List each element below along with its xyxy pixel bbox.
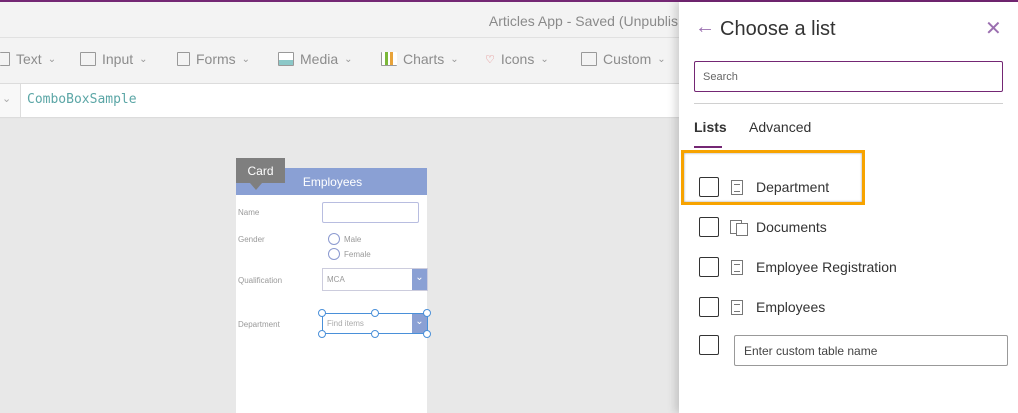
resize-handle[interactable] bbox=[423, 330, 431, 338]
media-icon bbox=[278, 52, 294, 66]
card-tag: Card bbox=[236, 158, 285, 190]
resize-handle[interactable] bbox=[371, 309, 379, 317]
list-item-employees[interactable]: Employees bbox=[699, 297, 825, 317]
toolbar-icons-button[interactable]: ♡ Icons ⌄ bbox=[485, 51, 549, 67]
list-item-label: Department bbox=[756, 179, 830, 195]
app-title: Articles App - Saved (Unpublis bbox=[488, 13, 678, 29]
checkbox[interactable] bbox=[699, 297, 719, 317]
active-tab-indicator bbox=[694, 146, 722, 148]
divider bbox=[694, 103, 1003, 104]
toolbar-input-button[interactable]: Input ⌄ bbox=[80, 51, 148, 67]
chevron-down-icon[interactable]: ⌄ bbox=[2, 92, 11, 105]
tab-lists[interactable]: Lists bbox=[694, 119, 727, 135]
chevron-down-icon: ⌄ bbox=[47, 53, 57, 65]
male-label: Male bbox=[344, 235, 362, 244]
female-radio[interactable] bbox=[328, 248, 340, 260]
chevron-down-icon: ⌄ bbox=[344, 53, 353, 65]
qualification-value: MCA bbox=[327, 275, 345, 284]
back-arrow-icon[interactable]: ← bbox=[695, 16, 715, 39]
resize-handle[interactable] bbox=[371, 330, 379, 338]
text-icon bbox=[0, 52, 10, 66]
toolbar-text-button[interactable]: Text ⌄ bbox=[0, 51, 56, 67]
list-item-employee-registration[interactable]: Employee Registration bbox=[699, 257, 897, 277]
close-icon[interactable]: ✕ bbox=[985, 16, 1002, 41]
choose-list-panel: ← Choose a list ✕ Lists Advanced Departm… bbox=[679, 2, 1018, 413]
resize-handle[interactable] bbox=[318, 330, 326, 338]
checkbox[interactable] bbox=[699, 257, 719, 277]
list-icon bbox=[731, 259, 743, 275]
chevron-down-icon: ⌄ bbox=[450, 53, 459, 65]
list-item-label: Employee Registration bbox=[756, 259, 897, 275]
chevron-down-icon: ⌄ bbox=[241, 53, 251, 65]
list-item-department[interactable]: Department bbox=[699, 177, 829, 197]
toolbar-charts-button[interactable]: Charts ⌄ bbox=[381, 51, 459, 67]
custom-table-name-input[interactable] bbox=[734, 335, 1008, 366]
toolbar-label: Forms bbox=[196, 51, 236, 67]
qualification-dropdown[interactable]: MCA ⌄ bbox=[322, 268, 428, 291]
list-item-label: Employees bbox=[756, 299, 826, 315]
chevron-down-icon: ⌄ bbox=[139, 53, 148, 65]
gender-label: Gender bbox=[238, 235, 265, 244]
checkbox[interactable] bbox=[699, 335, 719, 355]
checkbox[interactable] bbox=[699, 177, 719, 197]
female-label: Female bbox=[344, 250, 371, 259]
toolbar-label: Text bbox=[16, 51, 42, 67]
male-radio[interactable] bbox=[328, 233, 340, 245]
list-item-documents[interactable]: Documents bbox=[699, 217, 827, 237]
department-label: Department bbox=[238, 320, 280, 329]
resize-handle[interactable] bbox=[423, 309, 431, 317]
toolbar-custom-button[interactable]: Custom ⌄ bbox=[581, 51, 666, 67]
input-icon bbox=[80, 52, 96, 66]
icons-icon: ♡ bbox=[485, 53, 495, 66]
qualification-label: Qualification bbox=[238, 276, 283, 285]
toolbar-label: Input bbox=[102, 51, 134, 67]
panel-title: Choose a list bbox=[720, 18, 836, 40]
chevron-down-icon: ⌄ bbox=[657, 53, 666, 65]
toolbar-label: Custom bbox=[603, 51, 652, 67]
search-input[interactable] bbox=[694, 61, 1003, 92]
toolbar-label: Media bbox=[300, 51, 339, 67]
resize-handle[interactable] bbox=[318, 309, 326, 317]
name-input[interactable] bbox=[322, 202, 419, 223]
employee-form[interactable]: Employees Name Gender Male Female Qualif… bbox=[236, 168, 431, 413]
list-icon bbox=[731, 299, 743, 315]
toolbar-label: Icons bbox=[500, 51, 535, 67]
list-item-label: Documents bbox=[756, 219, 827, 235]
custom-icon bbox=[581, 52, 597, 66]
custom-table-row bbox=[699, 335, 719, 355]
toolbar-label: Charts bbox=[403, 51, 445, 67]
toolbar-forms-button[interactable]: Forms ⌄ bbox=[177, 51, 250, 67]
toolbar-media-button[interactable]: Media ⌄ bbox=[278, 51, 353, 67]
chevron-down-icon: ⌄ bbox=[412, 269, 427, 290]
list-icon bbox=[731, 179, 743, 195]
document-library-icon bbox=[730, 220, 748, 236]
charts-icon bbox=[381, 52, 397, 66]
department-placeholder: Find items bbox=[327, 319, 364, 328]
chevron-down-icon: ⌄ bbox=[540, 53, 549, 65]
name-label: Name bbox=[238, 208, 260, 217]
checkbox[interactable] bbox=[699, 217, 719, 237]
tab-advanced[interactable]: Advanced bbox=[749, 119, 811, 135]
forms-icon bbox=[177, 52, 190, 66]
